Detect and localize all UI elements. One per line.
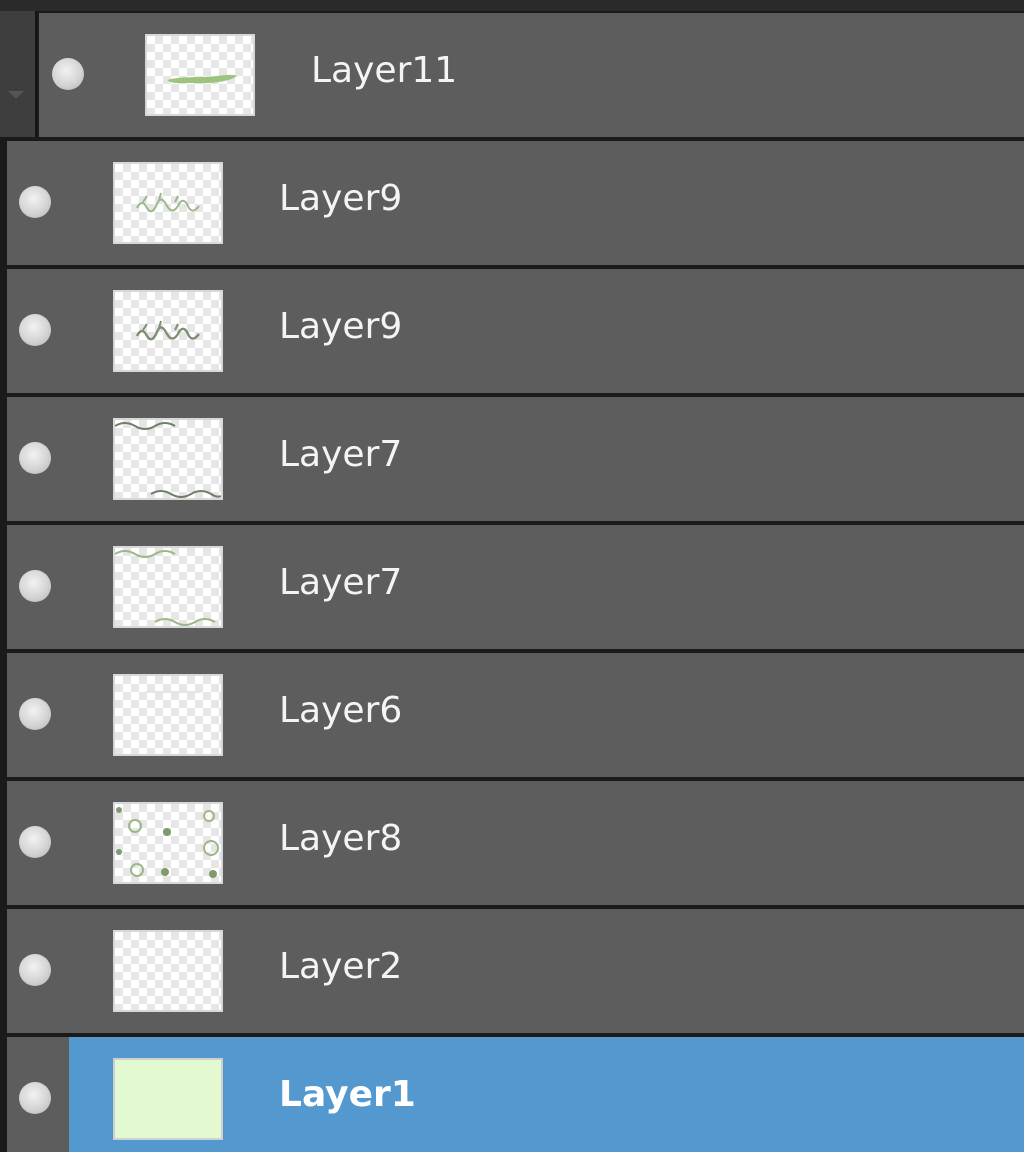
layer-name: Layer2 [279, 946, 403, 987]
chevron-down-icon[interactable] [8, 91, 24, 99]
layer-thumbnail [145, 34, 255, 116]
layer-thumbnail [113, 290, 223, 372]
layer-row-layer7[interactable]: Layer7 [7, 525, 1024, 649]
panel-top-strip [0, 0, 1024, 11]
visibility-toggle-icon[interactable] [19, 570, 51, 602]
squiggle-sketch-icon [136, 192, 200, 213]
visibility-toggle-icon[interactable] [19, 442, 51, 474]
visibility-toggle-icon[interactable] [19, 314, 51, 346]
layer-name: Layer9 [279, 306, 403, 347]
visibility-toggle-icon[interactable] [19, 186, 51, 218]
layer-thumbnail [113, 802, 223, 884]
visibility-toggle-icon[interactable] [19, 954, 51, 986]
layer-name: Layer11 [311, 50, 458, 91]
layer-row-layer8[interactable]: Layer8 [7, 781, 1024, 905]
dots-pattern-icon [116, 807, 219, 878]
layer-name: Layer1 [279, 1074, 416, 1115]
wave-border-dark-icon [115, 422, 221, 498]
visibility-toggle-icon[interactable] [19, 698, 51, 730]
layer-thumbnail [113, 674, 223, 756]
layer-row-layer7[interactable]: Layer7 [7, 397, 1024, 521]
layer-thumbnail [113, 1058, 223, 1140]
layer-thumbnail [113, 546, 223, 628]
squiggle-sketch-dark-icon [135, 320, 200, 341]
visibility-toggle-icon[interactable] [19, 826, 51, 858]
layer-row-layer9[interactable]: Layer9 [7, 269, 1024, 393]
faint-line-icon [145, 691, 201, 693]
layer-name: Layer7 [279, 562, 403, 603]
layer-name: Layer8 [279, 818, 403, 859]
layer-row-layer1[interactable]: Layer1 [7, 1037, 1024, 1152]
layer-name: Layer7 [279, 434, 403, 475]
layer-row-layer11[interactable]: Layer11 [39, 13, 1024, 137]
visibility-toggle-icon[interactable] [52, 58, 84, 90]
layer-name: Layer9 [279, 178, 403, 219]
layer-name: Layer6 [279, 690, 403, 731]
layer-row-layer6[interactable]: Layer6 [7, 653, 1024, 777]
layer-row-layer2[interactable]: Layer2 [7, 909, 1024, 1033]
layer-thumbnail [113, 418, 223, 500]
layer-row-layer9[interactable]: Layer9 [7, 141, 1024, 265]
visibility-toggle-icon[interactable] [19, 1082, 51, 1114]
group-indent-gutter[interactable] [0, 11, 37, 137]
green-stroke-icon [167, 74, 237, 84]
layer-thumbnail [113, 930, 223, 1012]
layers-panel: Layer11 Layer9 Layer9 Layer7 Layer7 Laye… [0, 0, 1024, 1152]
layer-thumbnail [113, 162, 223, 244]
wave-border-green-icon [115, 550, 216, 626]
